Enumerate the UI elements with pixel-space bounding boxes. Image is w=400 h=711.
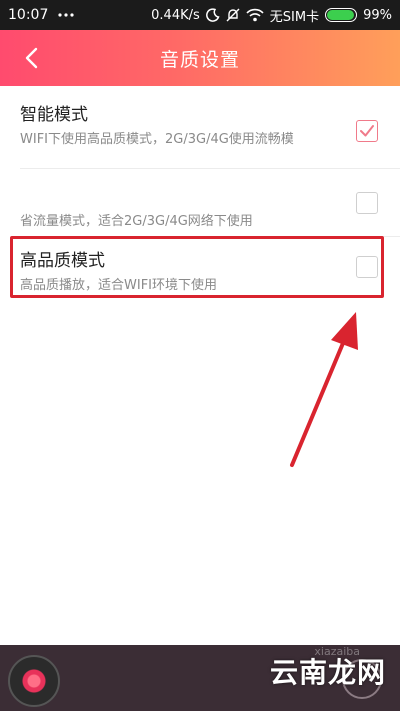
- status-bar: 10:07 0.44K/s 无SIM卡 99%: [0, 0, 400, 30]
- checkmark-icon: [360, 125, 374, 137]
- muted-bell-icon: [226, 8, 240, 22]
- option-data-saver-mode[interactable]: 省流量模式，适合2G/3G/4G网络下使用: [0, 170, 400, 236]
- player-bar: xiazaiba 云南龙网: [0, 645, 400, 711]
- wifi-icon: [246, 8, 264, 22]
- option-description: WIFI下使用高品质模式，2G/3G/4G使用流畅模: [20, 132, 294, 147]
- chevron-left-icon: [25, 47, 38, 69]
- header: 音质设置: [0, 30, 400, 86]
- moon-icon: [205, 8, 220, 22]
- divider: [20, 168, 400, 169]
- status-right: 0.44K/s 无SIM卡 99%: [151, 6, 392, 25]
- album-disc-icon[interactable]: [8, 655, 60, 707]
- sim-status: 无SIM卡: [269, 9, 320, 25]
- status-time: 10:07: [8, 7, 49, 23]
- option-description: 省流量模式，适合2G/3G/4G网络下使用: [20, 214, 253, 229]
- option-smart-mode[interactable]: 智能模式 WIFI下使用高品质模式，2G/3G/4G使用流畅模: [0, 86, 400, 166]
- option-checkbox[interactable]: [356, 192, 378, 214]
- highlight-box: [10, 236, 384, 298]
- screen: 10:07 0.44K/s 无SIM卡 99% 音质设置 智能模式 WIFI下使…: [0, 0, 400, 711]
- more-dots-icon: [58, 13, 74, 17]
- back-button[interactable]: [12, 38, 52, 78]
- battery-percent: 99%: [363, 7, 392, 23]
- network-speed: 0.44K/s: [151, 7, 200, 23]
- option-title: 智能模式: [20, 105, 88, 125]
- battery-fill: [327, 10, 355, 20]
- option-checkbox[interactable]: [356, 120, 378, 142]
- watermark: 云南龙网: [269, 656, 386, 689]
- battery-icon: [325, 8, 358, 22]
- page-title: 音质设置: [159, 48, 240, 71]
